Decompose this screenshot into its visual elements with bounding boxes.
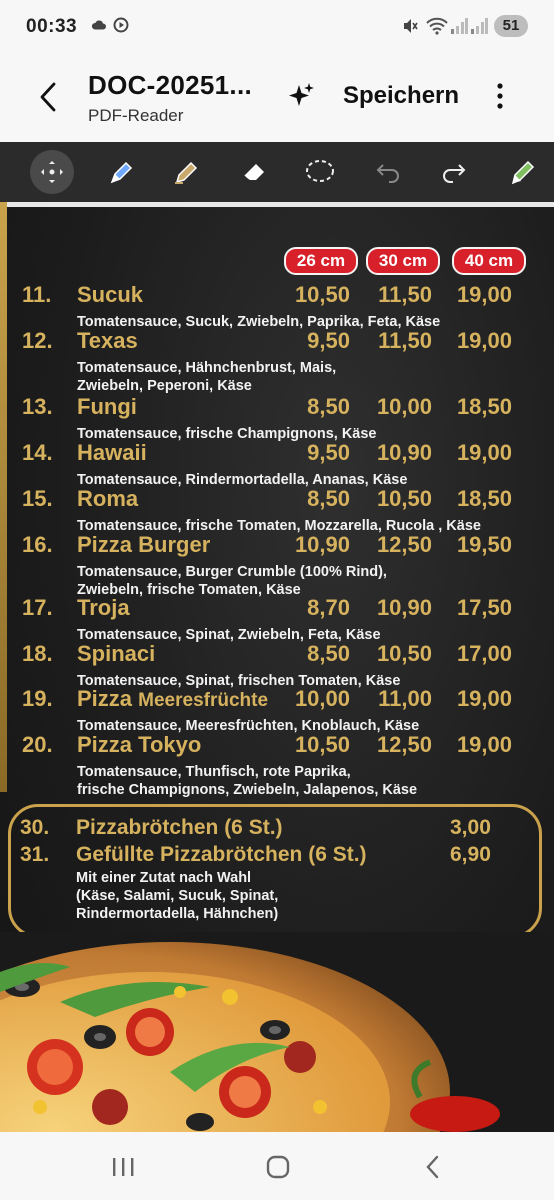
price-40: 19,00 xyxy=(456,732,512,757)
price-30: 11,00 xyxy=(378,686,432,711)
page-border xyxy=(7,202,554,207)
price-26: 9,50 xyxy=(307,440,350,465)
app-subtitle: PDF-Reader xyxy=(88,106,184,125)
price-40: 19,00 xyxy=(456,282,512,307)
document-viewer[interactable]: 26 cm 30 cm 40 cm 11. Sucuk 10,50 11,50 … xyxy=(0,202,554,1132)
status-time: 00:33 xyxy=(26,16,78,37)
price-40: 17,50 xyxy=(456,595,512,620)
item-description: Tomatensauce, Burger Crumble (100% Rind)… xyxy=(77,564,387,598)
signal-icon xyxy=(471,18,488,34)
price-26: 8,50 xyxy=(307,394,350,419)
item-description: Mit einer Zutat nach Wahl (Käse, Salami,… xyxy=(76,870,279,922)
price-40: 18,50 xyxy=(456,394,512,419)
item-name: Sucuk xyxy=(77,282,144,307)
item-name: Texas xyxy=(77,328,138,353)
item-price: 6,90 xyxy=(450,843,491,866)
price-30: 11,50 xyxy=(378,282,432,307)
recent-apps-icon[interactable] xyxy=(108,1152,138,1182)
size-badge-26: 26 cm xyxy=(284,247,358,275)
redo-icon[interactable] xyxy=(432,150,476,194)
price-26: 10,00 xyxy=(294,686,350,711)
price-40: 19,00 xyxy=(456,440,512,465)
eraser-icon[interactable] xyxy=(232,150,276,194)
price-30: 12,50 xyxy=(376,532,432,557)
item-description: Tomatensauce, Thunfisch, rote Paprika, fr… xyxy=(77,764,418,798)
back-icon[interactable] xyxy=(418,1152,448,1182)
lasso-icon[interactable] xyxy=(298,150,342,194)
price-30: 10,50 xyxy=(376,486,432,511)
price-26: 10,50 xyxy=(294,282,350,307)
mute-icon xyxy=(404,19,418,33)
ai-sparkle-icon[interactable] xyxy=(288,82,316,110)
item-name: Spinaci xyxy=(77,641,156,666)
item-price: 3,00 xyxy=(450,816,491,839)
battery-icon: 51 xyxy=(494,15,528,37)
size-badge-30: 30 cm xyxy=(366,247,440,275)
item-name: Pizza Meeresfrüchte xyxy=(77,686,269,711)
document-title: DOC-20251... xyxy=(88,70,253,100)
highlighter-icon[interactable] xyxy=(164,150,208,194)
cloud-icon xyxy=(91,20,106,30)
item-number: 13. xyxy=(22,394,53,419)
item-description: Tomatensauce, Hähnchenbrust, Mais, Zwiebe… xyxy=(77,360,337,394)
price-40: 17,00 xyxy=(456,641,512,666)
price-40: 19,50 xyxy=(456,532,512,557)
item-name: Pizza Burger xyxy=(77,532,211,557)
price-26: 8,50 xyxy=(307,486,350,511)
save-button[interactable]: Speichern xyxy=(343,82,459,110)
record-icon xyxy=(113,17,129,33)
item-number: 11. xyxy=(22,282,52,307)
status-bar: 00:33 51 xyxy=(0,0,554,54)
home-icon[interactable] xyxy=(263,1152,293,1182)
item-number: 14. xyxy=(22,440,53,465)
price-30: 11,50 xyxy=(378,328,432,353)
pizza-image xyxy=(0,932,554,1132)
item-name: Hawaii xyxy=(77,440,147,465)
price-30: 10,90 xyxy=(376,595,432,620)
price-30: 10,00 xyxy=(376,394,432,419)
item-name: Troja xyxy=(77,595,130,620)
item-name: Roma xyxy=(77,486,139,511)
item-number: 31. xyxy=(20,843,50,866)
item-number: 17. xyxy=(22,595,53,620)
price-40: 19,00 xyxy=(456,686,512,711)
price-26: 9,50 xyxy=(307,328,350,353)
price-30: 10,50 xyxy=(376,641,432,666)
size-badge-40: 40 cm xyxy=(452,247,526,275)
item-number: 30. xyxy=(20,816,50,839)
signal-icon xyxy=(451,18,468,34)
price-30: 12,50 xyxy=(376,732,432,757)
item-number: 15. xyxy=(22,486,53,511)
item-name: Pizza Tokyo xyxy=(77,732,202,757)
price-40: 18,50 xyxy=(456,486,512,511)
price-30: 10,90 xyxy=(376,440,432,465)
item-number: 16. xyxy=(22,532,53,557)
back-arrow-icon[interactable] xyxy=(36,80,64,114)
item-number: 19. xyxy=(22,686,53,711)
price-26: 10,90 xyxy=(294,532,350,557)
more-options-icon[interactable] xyxy=(490,80,510,112)
annotation-toolbar xyxy=(0,142,554,202)
item-number: 12. xyxy=(22,328,53,353)
item-number: 18. xyxy=(22,641,53,666)
move-icon[interactable] xyxy=(30,150,74,194)
item-number: 20. xyxy=(22,732,53,757)
item-name: Pizzabrötchen (6 St.) xyxy=(76,816,283,839)
undo-icon[interactable] xyxy=(366,150,410,194)
gold-decoration xyxy=(0,202,7,792)
item-name: Gefüllte Pizzabrötchen (6 St.) xyxy=(76,843,367,866)
item-name: Fungi xyxy=(77,394,137,419)
wifi-icon xyxy=(426,17,448,35)
pen-settings-icon[interactable] xyxy=(500,150,544,194)
pdf-page: 26 cm 30 cm 40 cm 11. Sucuk 10,50 11,50 … xyxy=(0,202,554,1132)
pen-icon[interactable] xyxy=(98,150,142,194)
price-26: 8,50 xyxy=(307,641,350,666)
price-26: 10,50 xyxy=(294,732,350,757)
price-40: 19,00 xyxy=(456,328,512,353)
system-nav-bar xyxy=(0,1132,554,1200)
price-26: 8,70 xyxy=(307,595,350,620)
app-bar: DOC-20251... PDF-Reader Speichern xyxy=(0,54,554,142)
